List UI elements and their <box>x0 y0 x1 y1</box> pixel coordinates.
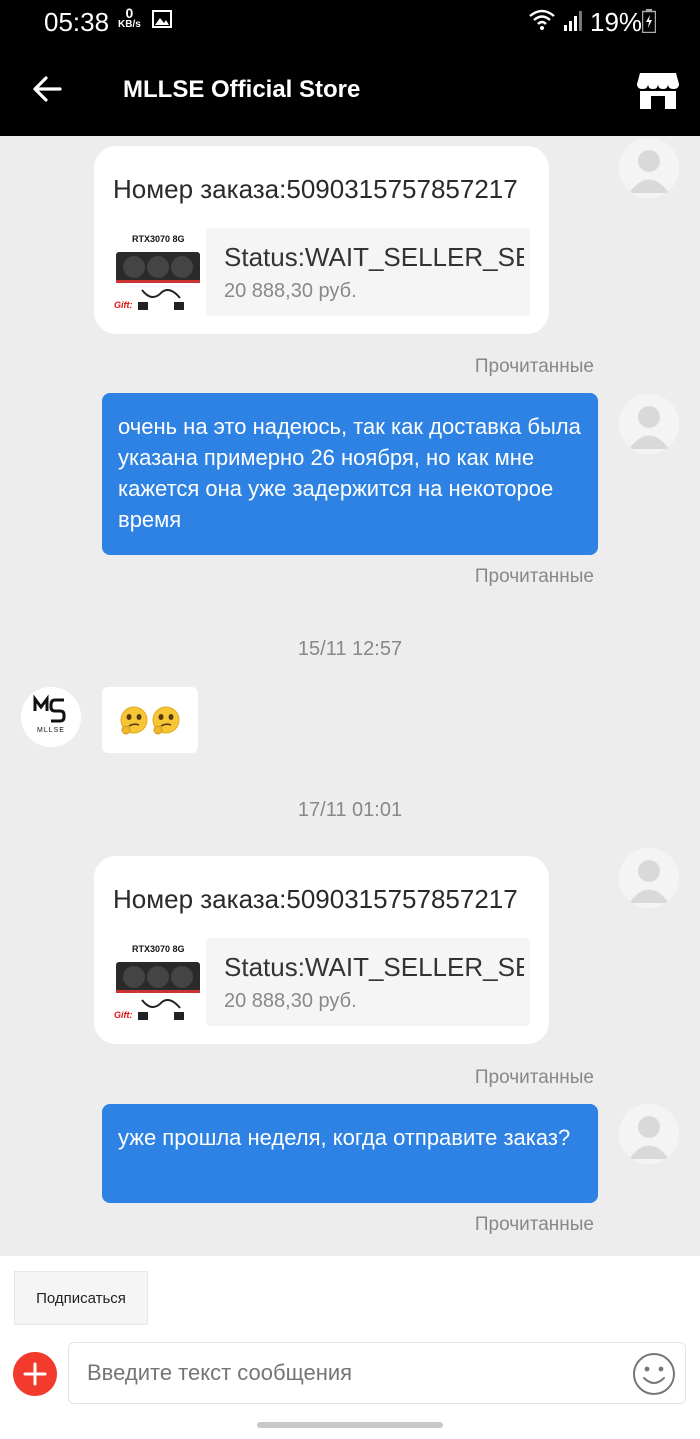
add-attachment-icon[interactable] <box>13 1352 57 1396</box>
net-speed-value: 0 <box>125 5 134 21</box>
user-avatar <box>619 848 679 908</box>
status-bar: 05:38 0 KB/s 19% <box>0 0 700 42</box>
app-bar: MLLSE Official Store <box>0 42 700 136</box>
read-status: Прочитанные <box>474 566 594 587</box>
product-thumb-gift: Gift: <box>114 1010 133 1020</box>
incoming-message[interactable] <box>102 687 198 753</box>
back-arrow-icon[interactable] <box>30 72 64 106</box>
order-status: Status:WAIT_SELLER_SE... <box>224 242 524 272</box>
read-status: Прочитанные <box>474 1214 594 1235</box>
product-info[interactable]: Status:WAIT_SELLER_SE... 20 888,30 руб. <box>206 938 530 1026</box>
emoji-icon[interactable] <box>632 1352 676 1396</box>
battery-percent: 19% <box>590 7 643 37</box>
store-title: MLLSE Official Store <box>123 76 361 103</box>
clock: 05:38 <box>44 7 110 37</box>
read-status: Прочитанные <box>474 356 594 377</box>
net-speed-unit: KB/s <box>118 19 141 30</box>
product-thumb-label: RTX3070 8G <box>132 944 185 954</box>
order-number: Номер заказа:5090315757857217 <box>113 884 518 914</box>
outgoing-message[interactable]: очень на это надеюсь, так как доставка б… <box>102 393 598 555</box>
net-speed: 0 KB/s <box>118 5 141 30</box>
home-indicator[interactable] <box>257 1422 443 1428</box>
user-avatar <box>619 394 679 454</box>
user-avatar <box>619 138 679 198</box>
battery-icon <box>642 9 656 33</box>
wifi-icon <box>529 9 555 30</box>
order-card[interactable]: Номер заказа:5090315757857217 RTX3070 8G… <box>94 856 549 1044</box>
order-card[interactable]: Номер заказа:5090315757857217 RTX3070 8G… <box>94 146 549 334</box>
outgoing-message[interactable]: уже прошла неделя, когда отправите заказ… <box>102 1104 598 1203</box>
order-number: Номер заказа:5090315757857217 <box>113 174 518 204</box>
subscribe-button[interactable]: Подписаться <box>14 1271 148 1325</box>
message-timestamp: 15/11 12:57 <box>297 638 403 660</box>
message-input[interactable] <box>68 1342 686 1404</box>
product-thumbnail[interactable]: RTX3070 8G Gift: <box>112 938 204 1028</box>
seller-logo-text: MLLSE <box>37 727 65 734</box>
read-status: Прочитанные <box>474 1067 594 1088</box>
product-thumb-label: RTX3070 8G <box>132 234 185 244</box>
message-timestamp: 17/11 01:01 <box>297 799 403 821</box>
product-info[interactable]: Status:WAIT_SELLER_SE... 20 888,30 руб. <box>206 228 530 316</box>
order-status: Status:WAIT_SELLER_SE... <box>224 952 524 982</box>
order-price: 20 888,30 руб. <box>224 990 357 1012</box>
image-icon <box>152 10 172 28</box>
seller-avatar[interactable]: MLLSE <box>21 687 81 747</box>
composer-panel: Подписаться <box>0 1256 700 1439</box>
store-icon[interactable] <box>636 70 680 110</box>
user-avatar <box>619 1104 679 1164</box>
product-thumbnail[interactable]: RTX3070 8G Gift: <box>112 228 204 318</box>
signal-icon <box>564 11 582 31</box>
product-thumb-gift: Gift: <box>114 300 133 310</box>
thinking-emoji-icon <box>120 706 180 735</box>
chat-history[interactable]: Номер заказа:5090315757857217 RTX3070 8G… <box>0 136 700 1256</box>
order-price: 20 888,30 руб. <box>224 280 357 302</box>
